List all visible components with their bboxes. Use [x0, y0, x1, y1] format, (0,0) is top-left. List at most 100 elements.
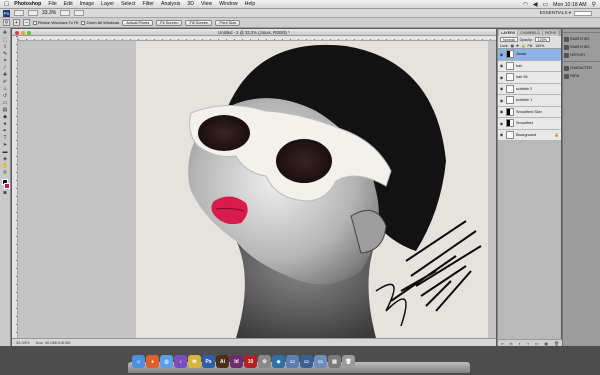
zoom-all-checkbox[interactable]: Zoom All Windows [81, 20, 119, 25]
menu-image[interactable]: Image [80, 1, 94, 7]
folder-icon[interactable]: ▭ [286, 355, 299, 368]
status-doc-size[interactable]: Doc: 30.0M/108.3M [36, 340, 71, 345]
volume-icon[interactable]: ◀ [533, 1, 538, 8]
blur-tool-icon[interactable]: ◆ [1, 114, 9, 120]
downloads-folder-icon[interactable]: ▭ [314, 355, 327, 368]
folder-icon[interactable]: ▭ [300, 355, 313, 368]
eraser-tool-icon[interactable]: ▭ [1, 100, 9, 106]
quick-mask-icon[interactable]: ◙ [1, 190, 9, 196]
arrange-documents-button[interactable] [60, 10, 71, 16]
dock-item-history[interactable]: HISTORY [564, 51, 599, 59]
tab-channels[interactable]: CHANNELS [518, 30, 542, 36]
workspace-switcher[interactable]: ESSENTIALS ▾ [540, 10, 592, 16]
menu-window[interactable]: Window [219, 1, 237, 7]
history-brush-tool-icon[interactable]: ↺ [1, 93, 9, 99]
trash-icon[interactable]: 🗑 [342, 355, 355, 368]
menu-edit[interactable]: Edit [64, 1, 73, 7]
menu-clock[interactable]: Mon 10:18 AM [553, 2, 586, 8]
type-tool-icon[interactable]: T [1, 135, 9, 141]
new-layer-icon[interactable]: ▣ [544, 341, 548, 346]
checkbox-box[interactable] [33, 20, 37, 25]
calendar-icon[interactable]: 10 [244, 355, 257, 368]
resize-windows-checkbox[interactable]: Resize Windows To Fit [33, 20, 78, 25]
zoom-tool-icon[interactable]: ⚲ [3, 19, 10, 26]
layer-thumbnail[interactable] [506, 50, 514, 59]
layer-row[interactable]: ◉ Jonas [498, 49, 561, 61]
visibility-eye-icon[interactable]: ◉ [499, 63, 504, 68]
dock-item-character[interactable]: CHARACTER [564, 64, 599, 72]
zoom-window-icon[interactable] [27, 30, 31, 35]
layer-name[interactable]: scribble 1 [516, 98, 532, 102]
layer-thumbnail[interactable] [506, 73, 514, 82]
layer-style-icon[interactable]: fx [510, 341, 513, 346]
visibility-eye-icon[interactable]: ◉ [499, 109, 504, 114]
status-zoom[interactable]: 33.33% [16, 340, 30, 345]
link-layers-icon[interactable]: ∞ [501, 341, 504, 346]
menu-analysis[interactable]: Analysis [161, 1, 180, 7]
mail-icon[interactable]: ✉ [188, 355, 201, 368]
document-title-bar[interactable]: Untitled - 2 @ 33.3% (Jonas, RGB/8) * [12, 29, 496, 36]
image-canvas[interactable] [136, 41, 488, 338]
layer-row[interactable]: ◉ Smoothed [498, 118, 561, 130]
opacity-field[interactable]: 100% [534, 37, 550, 42]
layer-thumbnail[interactable] [506, 130, 514, 139]
shape-tool-icon[interactable]: ▬ [1, 149, 9, 155]
indesign-dock-icon[interactable]: Id [230, 355, 243, 368]
layer-row[interactable]: ◉ hair 96 [498, 72, 561, 84]
layer-name[interactable]: Smoothed [516, 121, 533, 125]
zoom-tool-icon[interactable]: ⚲ [1, 170, 9, 176]
close-window-icon[interactable] [15, 30, 19, 35]
layer-thumbnail[interactable] [506, 96, 514, 105]
brush-tool-icon[interactable]: ✐ [1, 79, 9, 85]
layer-name[interactable]: hair [516, 64, 522, 68]
dock-item-swatches[interactable]: SWATCHES [564, 35, 599, 43]
menu-file[interactable]: File [48, 1, 56, 7]
battery-icon[interactable]: ▭ [542, 1, 548, 8]
tab-paths[interactable]: PATHS [542, 30, 559, 36]
tab-layers[interactable]: LAYERS [499, 30, 518, 36]
spotlight-icon[interactable]: ⚲ [592, 1, 596, 8]
crop-tool-icon[interactable]: ⌗ [1, 58, 9, 64]
checkbox-box[interactable] [81, 20, 86, 25]
wifi-icon[interactable]: ◠ [523, 1, 528, 8]
menu-3d[interactable]: 3D [187, 1, 194, 7]
print-size-button[interactable]: Print Size [215, 19, 241, 26]
path-select-tool-icon[interactable]: ➤ [1, 142, 9, 148]
background-color-swatch[interactable] [4, 183, 10, 189]
fit-screen-button[interactable]: Fit Screen [156, 19, 183, 26]
actual-pixels-button[interactable]: Actual Pixels [122, 19, 154, 26]
lock-all-icon[interactable]: 🔒 [521, 44, 525, 48]
layer-row[interactable]: ◉ scribble 2 [498, 83, 561, 95]
app-icon[interactable]: ◆ [272, 355, 285, 368]
fill-field[interactable]: 100% [535, 44, 544, 48]
visibility-eye-icon[interactable]: ◉ [499, 75, 504, 80]
layer-thumbnail[interactable] [506, 61, 514, 70]
workspace-label[interactable]: ESSENTIALS ▾ [540, 10, 571, 16]
layer-row[interactable]: ◉ Background 🔒 [498, 129, 561, 141]
menu-filter[interactable]: Filter [142, 1, 154, 7]
layer-name[interactable]: Background [516, 133, 536, 137]
illustrator-dock-icon[interactable]: Ai [216, 355, 229, 368]
zoom-out-icon[interactable]: − [23, 19, 30, 26]
fill-screen-button[interactable]: Fill Screen [185, 19, 213, 26]
layer-thumbnail[interactable] [506, 107, 514, 116]
photoshop-dock-icon[interactable]: Ps [202, 355, 215, 368]
menu-view[interactable]: View [201, 1, 212, 7]
visibility-eye-icon[interactable]: ◉ [499, 86, 504, 91]
lasso-tool-icon[interactable]: ℓ [1, 44, 9, 50]
healing-tool-icon[interactable]: ✚ [1, 72, 9, 78]
safari-icon[interactable]: ◎ [160, 355, 173, 368]
visibility-eye-icon[interactable]: ◉ [499, 98, 504, 103]
lock-pixels-icon[interactable]: ▦ [511, 44, 514, 48]
layer-thumbnail[interactable] [506, 119, 514, 128]
stack-icon[interactable]: ▤ [328, 355, 341, 368]
zoom-level[interactable]: 33.3% [42, 10, 56, 16]
move-tool-icon[interactable]: ✥ [1, 30, 9, 36]
menu-help[interactable]: Help [245, 1, 256, 7]
dock-item-paragraph[interactable]: PARA [564, 72, 599, 80]
launch-bridge-button[interactable] [14, 10, 24, 16]
3d-rotate-tool-icon[interactable]: ◈ [1, 156, 9, 162]
visibility-eye-icon[interactable]: ◉ [499, 132, 504, 137]
visibility-eye-icon[interactable]: ◉ [499, 52, 504, 57]
layer-name[interactable]: hair 96 [516, 75, 528, 79]
